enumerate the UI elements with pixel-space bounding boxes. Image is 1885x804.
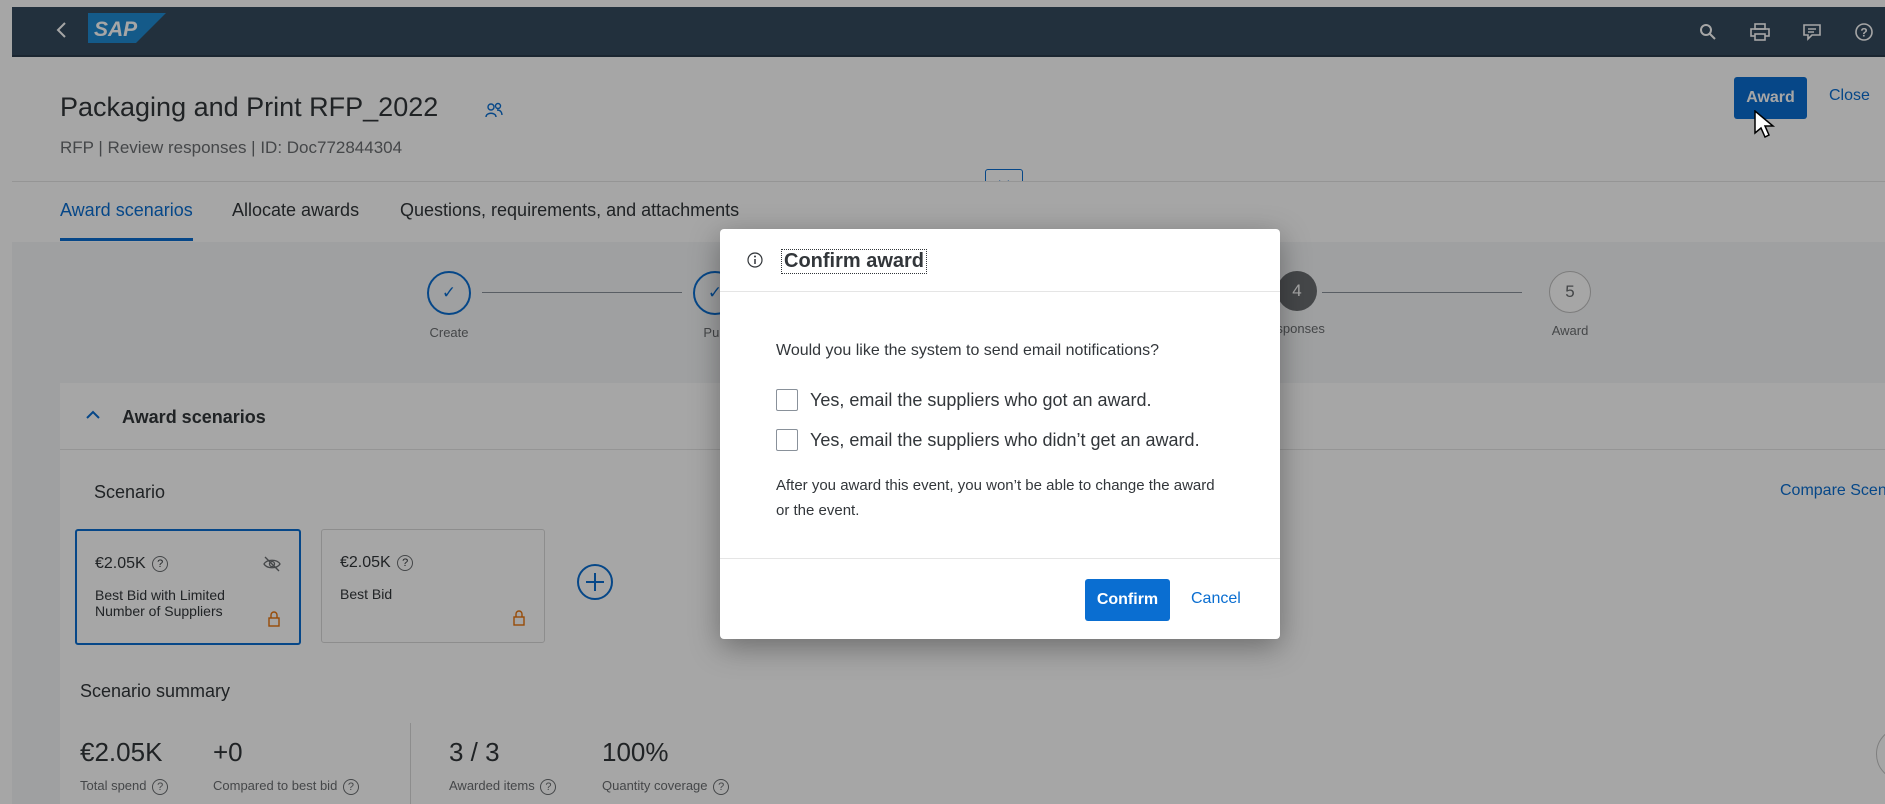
cancel-button[interactable]: Cancel (1191, 590, 1241, 608)
dialog-footer-divider (720, 558, 1280, 559)
confirm-award-dialog: Confirm award Would you like the system … (720, 229, 1280, 639)
dialog-note: After you award this event, you won’t be… (776, 477, 1215, 519)
info-icon (746, 251, 764, 269)
email-not-awarded-option[interactable]: Yes, email the suppliers who didn’t get … (776, 429, 1200, 451)
dialog-question: Would you like the system to send email … (776, 342, 1160, 359)
confirm-button[interactable]: Confirm (1085, 579, 1170, 621)
dialog-title: Confirm award (780, 249, 928, 274)
email-awarded-checkbox[interactable] (776, 389, 798, 411)
email-awarded-label: Yes, email the suppliers who got an awar… (810, 389, 1152, 410)
email-not-awarded-label: Yes, email the suppliers who didn’t get … (810, 429, 1200, 450)
email-awarded-option[interactable]: Yes, email the suppliers who got an awar… (776, 389, 1152, 411)
dialog-header: Confirm award (720, 229, 1280, 292)
email-not-awarded-checkbox[interactable] (776, 429, 798, 451)
mouse-cursor-icon (1754, 109, 1776, 140)
